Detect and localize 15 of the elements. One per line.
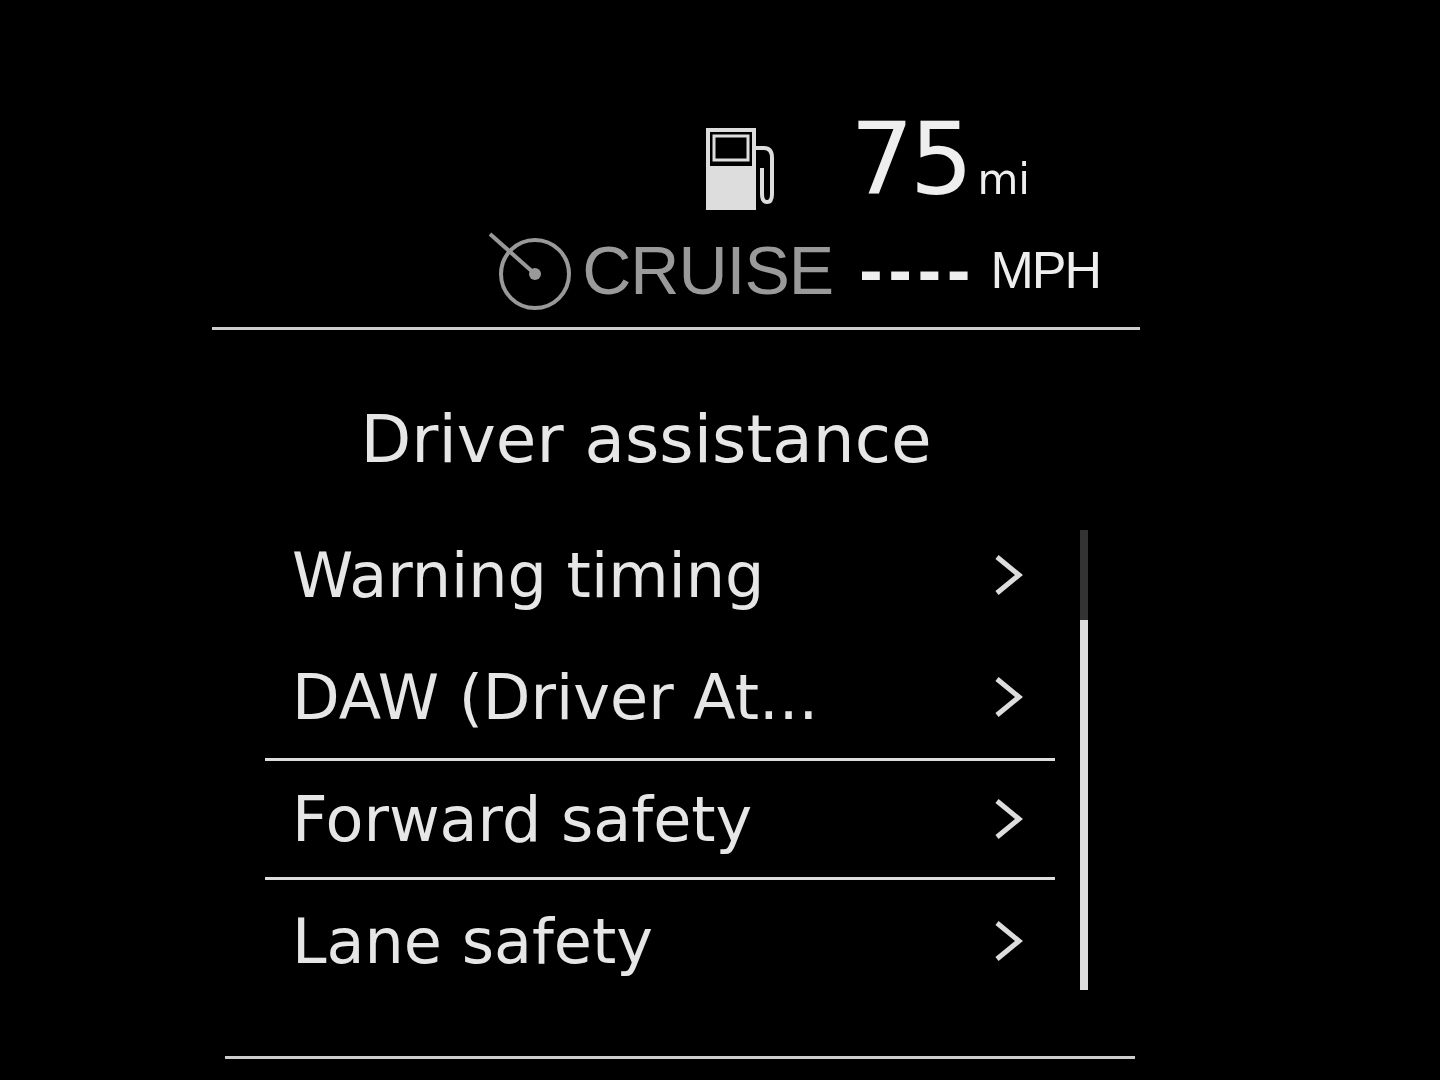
speed-unit: MPH — [990, 240, 1100, 300]
menu-item[interactable]: Lane safety — [265, 880, 1055, 1002]
cruise-speed: ---- — [859, 230, 977, 310]
menu-item[interactable]: Forward safety — [265, 758, 1055, 880]
menu-item[interactable]: Warning timing — [265, 514, 1055, 636]
menu-title: Driver assistance — [359, 400, 933, 480]
chevron-right-icon — [993, 553, 1025, 597]
range-unit: mi — [977, 154, 1030, 206]
cruise-label: CRUISE — [582, 231, 834, 309]
chevron-right-icon — [993, 675, 1025, 719]
scrollbar[interactable] — [1080, 530, 1088, 990]
chevron-right-icon — [993, 797, 1025, 841]
chevron-right-icon — [993, 919, 1025, 963]
fuel-range: 75 — [850, 110, 970, 210]
menu-item[interactable]: DAW (Driver At... — [265, 636, 1055, 758]
